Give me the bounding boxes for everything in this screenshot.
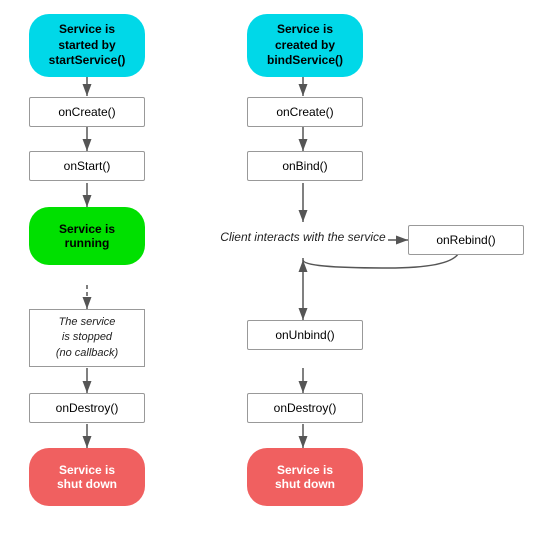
left-start-node: Service is started by startService() <box>29 14 145 77</box>
client-interacts-label: Client interacts with the service <box>218 222 388 252</box>
left-onstart: onStart() <box>29 151 145 181</box>
left-running-node: Service is running <box>29 207 145 265</box>
middle-onunbind: onUnbind() <box>247 320 363 350</box>
left-shutdown-node: Service is shut down <box>29 448 145 506</box>
lifecycle-diagram: Service is started by startService() onC… <box>0 0 558 544</box>
middle-oncreate: onCreate() <box>247 97 363 127</box>
left-oncreate: onCreate() <box>29 97 145 127</box>
middle-onbind: onBind() <box>247 151 363 181</box>
middle-shutdown-node: Service is shut down <box>247 448 363 506</box>
right-onrebind: onRebind() <box>408 225 524 255</box>
middle-start-node: Service is created by bindService() <box>247 14 363 77</box>
left-ondestroy: onDestroy() <box>29 393 145 423</box>
middle-ondestroy: onDestroy() <box>247 393 363 423</box>
left-stopped-note: The service is stopped (no callback) <box>29 309 145 367</box>
